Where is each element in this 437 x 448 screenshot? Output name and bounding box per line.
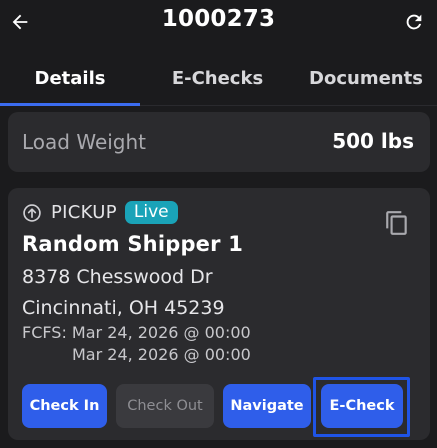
fcfs-window-start: FCFS: Mar 24, 2026 @ 00:00 [22, 323, 251, 342]
arrow-up-circle-icon [22, 203, 42, 223]
load-weight-label: Load Weight [22, 130, 147, 154]
refresh-icon [406, 14, 422, 30]
tab-e-checks[interactable]: E-Checks [140, 56, 295, 106]
pickup-stop-card: PICKUP Live Random Shipper 1 8378 Chessw… [8, 188, 430, 440]
stop-type-label: PICKUP [51, 202, 117, 223]
tab-details[interactable]: Details [0, 56, 140, 106]
app-header: 1000273 [0, 0, 437, 48]
check-in-button[interactable]: Check In [22, 384, 107, 428]
copy-icon [386, 211, 407, 235]
load-weight-value: 500 lbs [332, 129, 414, 153]
navigate-button[interactable]: Navigate [223, 384, 311, 428]
status-badge: Live [124, 201, 178, 224]
stop-header: PICKUP Live [22, 201, 178, 224]
refresh-button[interactable] [400, 8, 428, 36]
active-tab-indicator [0, 103, 140, 106]
tab-bar: Details E-Checks Documents [0, 56, 437, 106]
copy-button[interactable] [382, 208, 412, 238]
address-line-1: 8378 Chesswood Dr [22, 266, 213, 288]
shipper-name: Random Shipper 1 [22, 232, 244, 256]
fcfs-window-end: Mar 24, 2026 @ 00:00 [72, 345, 251, 364]
page-title: 1000273 [161, 6, 276, 32]
load-weight-card: Load Weight 500 lbs [8, 112, 430, 172]
check-out-button[interactable]: Check Out [116, 384, 214, 428]
tab-documents[interactable]: Documents [295, 56, 437, 106]
address-line-2: Cincinnati, OH 45239 [22, 297, 225, 319]
e-check-button[interactable]: E-Check [321, 384, 403, 428]
